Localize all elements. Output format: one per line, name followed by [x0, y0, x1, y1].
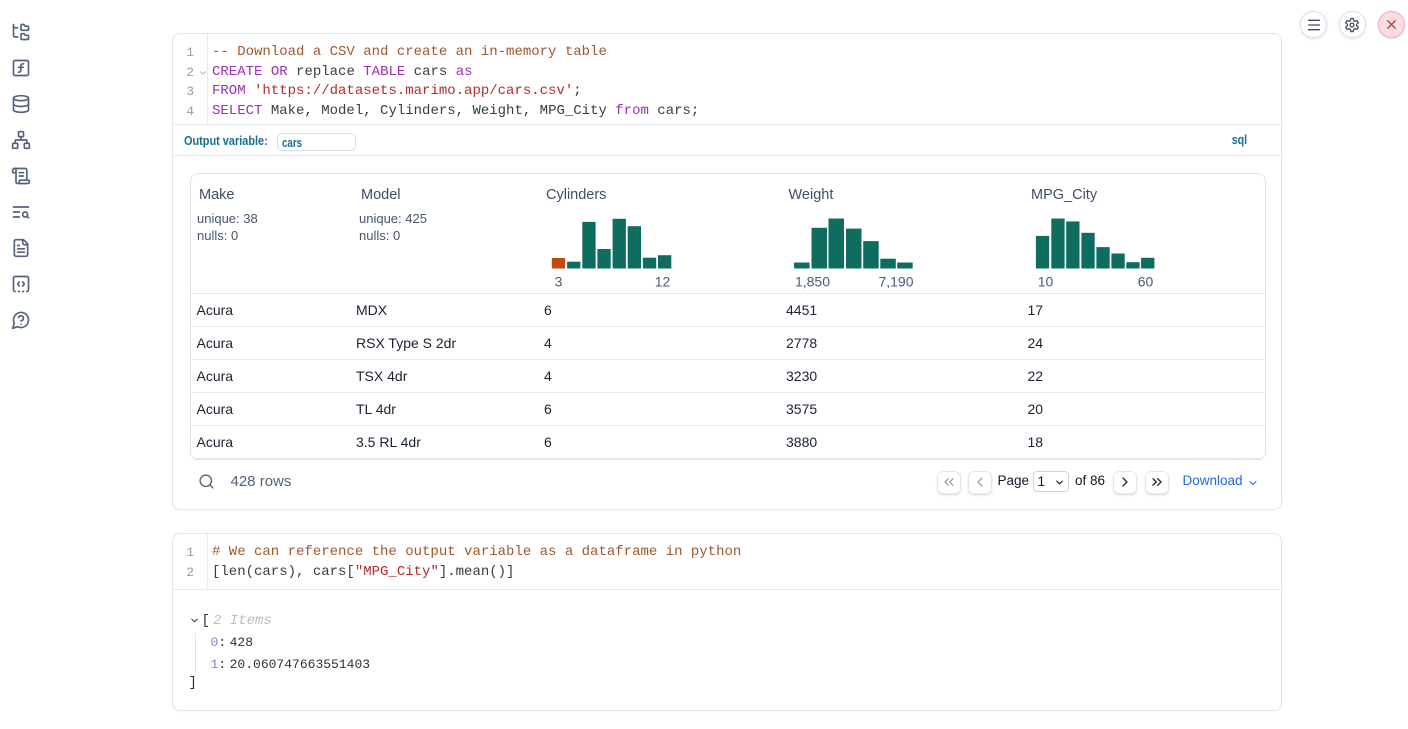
- svg-text:60: 60: [1137, 273, 1153, 289]
- svg-text:7,190: 7,190: [878, 273, 913, 289]
- svg-text:10: 10: [1037, 273, 1053, 289]
- svg-text:3: 3: [554, 273, 562, 289]
- svg-text:1,850: 1,850: [794, 273, 829, 289]
- svg-text:12: 12: [654, 273, 670, 289]
